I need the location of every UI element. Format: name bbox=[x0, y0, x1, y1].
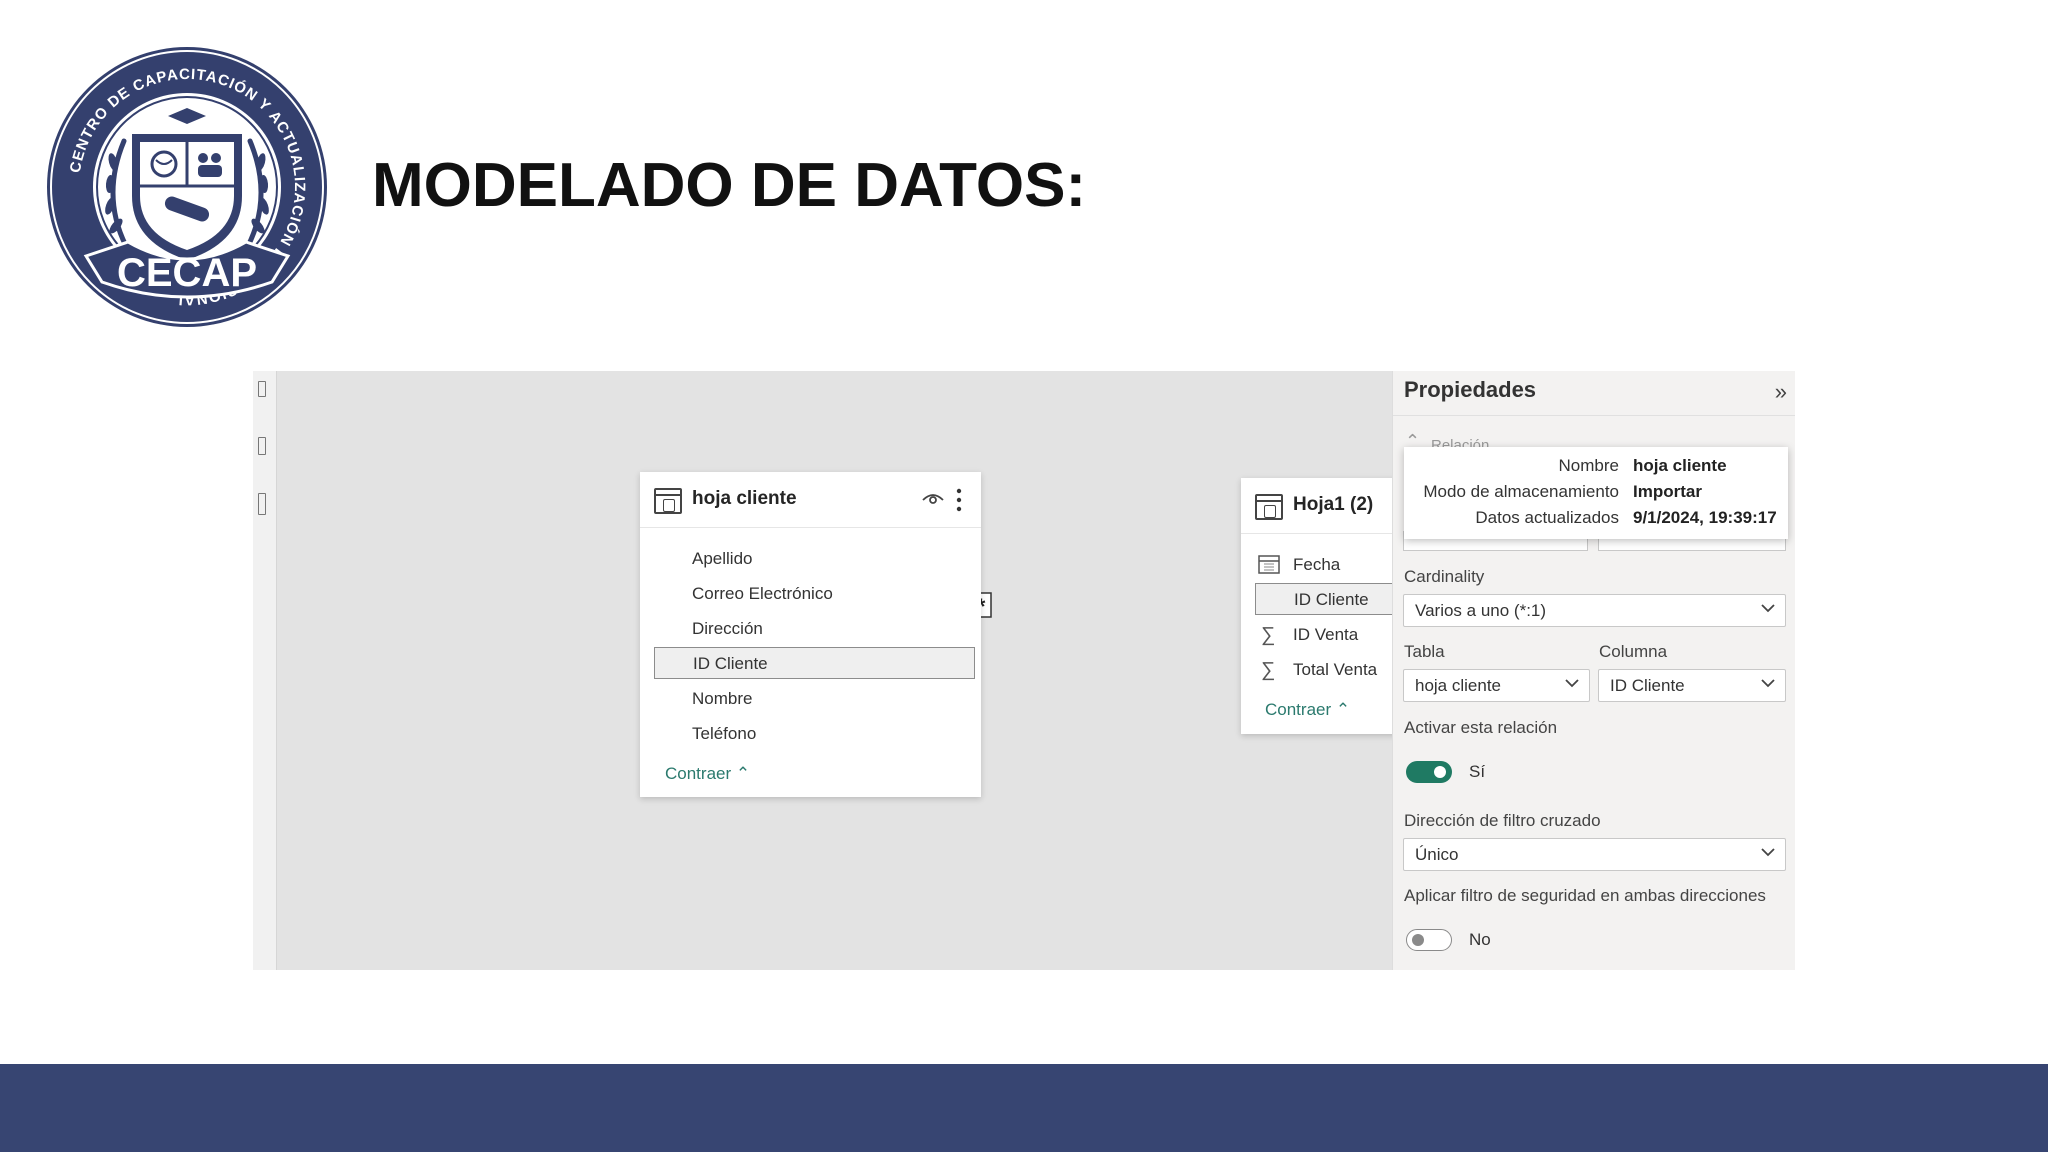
chevron-down-icon bbox=[1761, 848, 1775, 857]
cecap-logo: CENTRO DE CAPACITACIÓN Y ACTUALIZACIÓN P… bbox=[47, 47, 327, 327]
cardinality-label: Cardinality bbox=[1404, 567, 1485, 586]
tooltip-key: Modo de almacenamiento bbox=[1423, 482, 1619, 501]
model-view-icon[interactable] bbox=[258, 493, 266, 515]
activar-label: Activar esta relación bbox=[1404, 718, 1558, 737]
chevron-down-icon bbox=[1565, 679, 1579, 688]
field-id-cliente-selected[interactable]: ID Cliente bbox=[654, 647, 975, 679]
seguridad-toggle[interactable] bbox=[1406, 929, 1452, 951]
table-icon bbox=[1255, 494, 1283, 520]
table-card-header[interactable]: hoja cliente bbox=[640, 472, 981, 528]
view-switcher-strip[interactable] bbox=[253, 371, 277, 970]
sigma-icon: ∑ bbox=[1261, 624, 1276, 646]
slide-title: MODELADO DE DATOS: bbox=[372, 151, 1087, 220]
model-view-screenshot: 1 * hoja cliente bbox=[253, 371, 1795, 970]
calendar-icon bbox=[1258, 555, 1280, 574]
tabla-dropdown[interactable]: hoja cliente bbox=[1403, 669, 1590, 702]
columna-label: Columna bbox=[1599, 642, 1668, 661]
chevron-up-icon: ⌃ bbox=[1335, 700, 1351, 719]
collapse-link[interactable]: Contraer ⌃ bbox=[665, 764, 750, 784]
tooltip-value: hoja cliente bbox=[1633, 456, 1727, 475]
activar-toggle[interactable] bbox=[1406, 761, 1452, 783]
seguridad-label: Aplicar filtro de seguridad en ambas dir… bbox=[1404, 886, 1766, 905]
more-options-icon[interactable] bbox=[956, 488, 962, 512]
collapse-link[interactable]: Contraer ⌃ bbox=[1265, 700, 1350, 720]
activar-state: Sí bbox=[1469, 762, 1486, 781]
slide: CENTRO DE CAPACITACIÓN Y ACTUALIZACIÓN P… bbox=[0, 0, 2048, 1152]
sigma-icon: ∑ bbox=[1261, 659, 1276, 681]
direccion-label: Dirección de filtro cruzado bbox=[1404, 811, 1601, 830]
field-telefono[interactable]: Teléfono bbox=[654, 718, 975, 750]
report-view-icon[interactable] bbox=[258, 381, 266, 397]
field-apellido[interactable]: Apellido bbox=[654, 543, 975, 575]
collapse-pane-icon[interactable]: » bbox=[1775, 379, 1787, 405]
direccion-dropdown[interactable]: Único bbox=[1403, 838, 1786, 871]
tooltip-value: Importar bbox=[1633, 482, 1702, 501]
table-view-icon[interactable] bbox=[258, 437, 266, 455]
tooltip-key: Datos actualizados bbox=[1475, 508, 1619, 527]
chevron-up-icon: ⌃ bbox=[735, 764, 751, 783]
table-card-hoja-cliente[interactable]: hoja cliente Apellido Correo Electrónico… bbox=[640, 472, 981, 797]
field-correo[interactable]: Correo Electrónico bbox=[654, 578, 975, 610]
tooltip-value: 9/1/2024, 19:39:17 bbox=[1633, 508, 1777, 527]
seguridad-state: No bbox=[1469, 930, 1491, 949]
tabla-label: Tabla bbox=[1404, 642, 1445, 661]
table-name: Hoja1 (2) bbox=[1293, 494, 1374, 515]
table-name: hoja cliente bbox=[692, 488, 797, 509]
chevron-down-icon bbox=[1761, 604, 1775, 613]
properties-title: Propiedades bbox=[1404, 377, 1537, 402]
footer-band bbox=[0, 1064, 2048, 1152]
tooltip-key: Nombre bbox=[1558, 456, 1619, 475]
field-nombre[interactable]: Nombre bbox=[654, 683, 975, 715]
divider bbox=[1393, 415, 1795, 416]
logo-banner-text: CECAP bbox=[117, 251, 257, 295]
columna-dropdown[interactable]: ID Cliente bbox=[1598, 669, 1786, 702]
table-icon bbox=[654, 488, 682, 514]
field-direccion[interactable]: Dirección bbox=[654, 613, 975, 645]
table-tooltip: Nombre hoja cliente Modo de almacenamien… bbox=[1404, 447, 1788, 539]
cardinality-dropdown[interactable]: Varios a uno (*:1) bbox=[1403, 594, 1786, 627]
visibility-eye-icon[interactable] bbox=[922, 492, 944, 506]
chevron-down-icon bbox=[1761, 679, 1775, 688]
